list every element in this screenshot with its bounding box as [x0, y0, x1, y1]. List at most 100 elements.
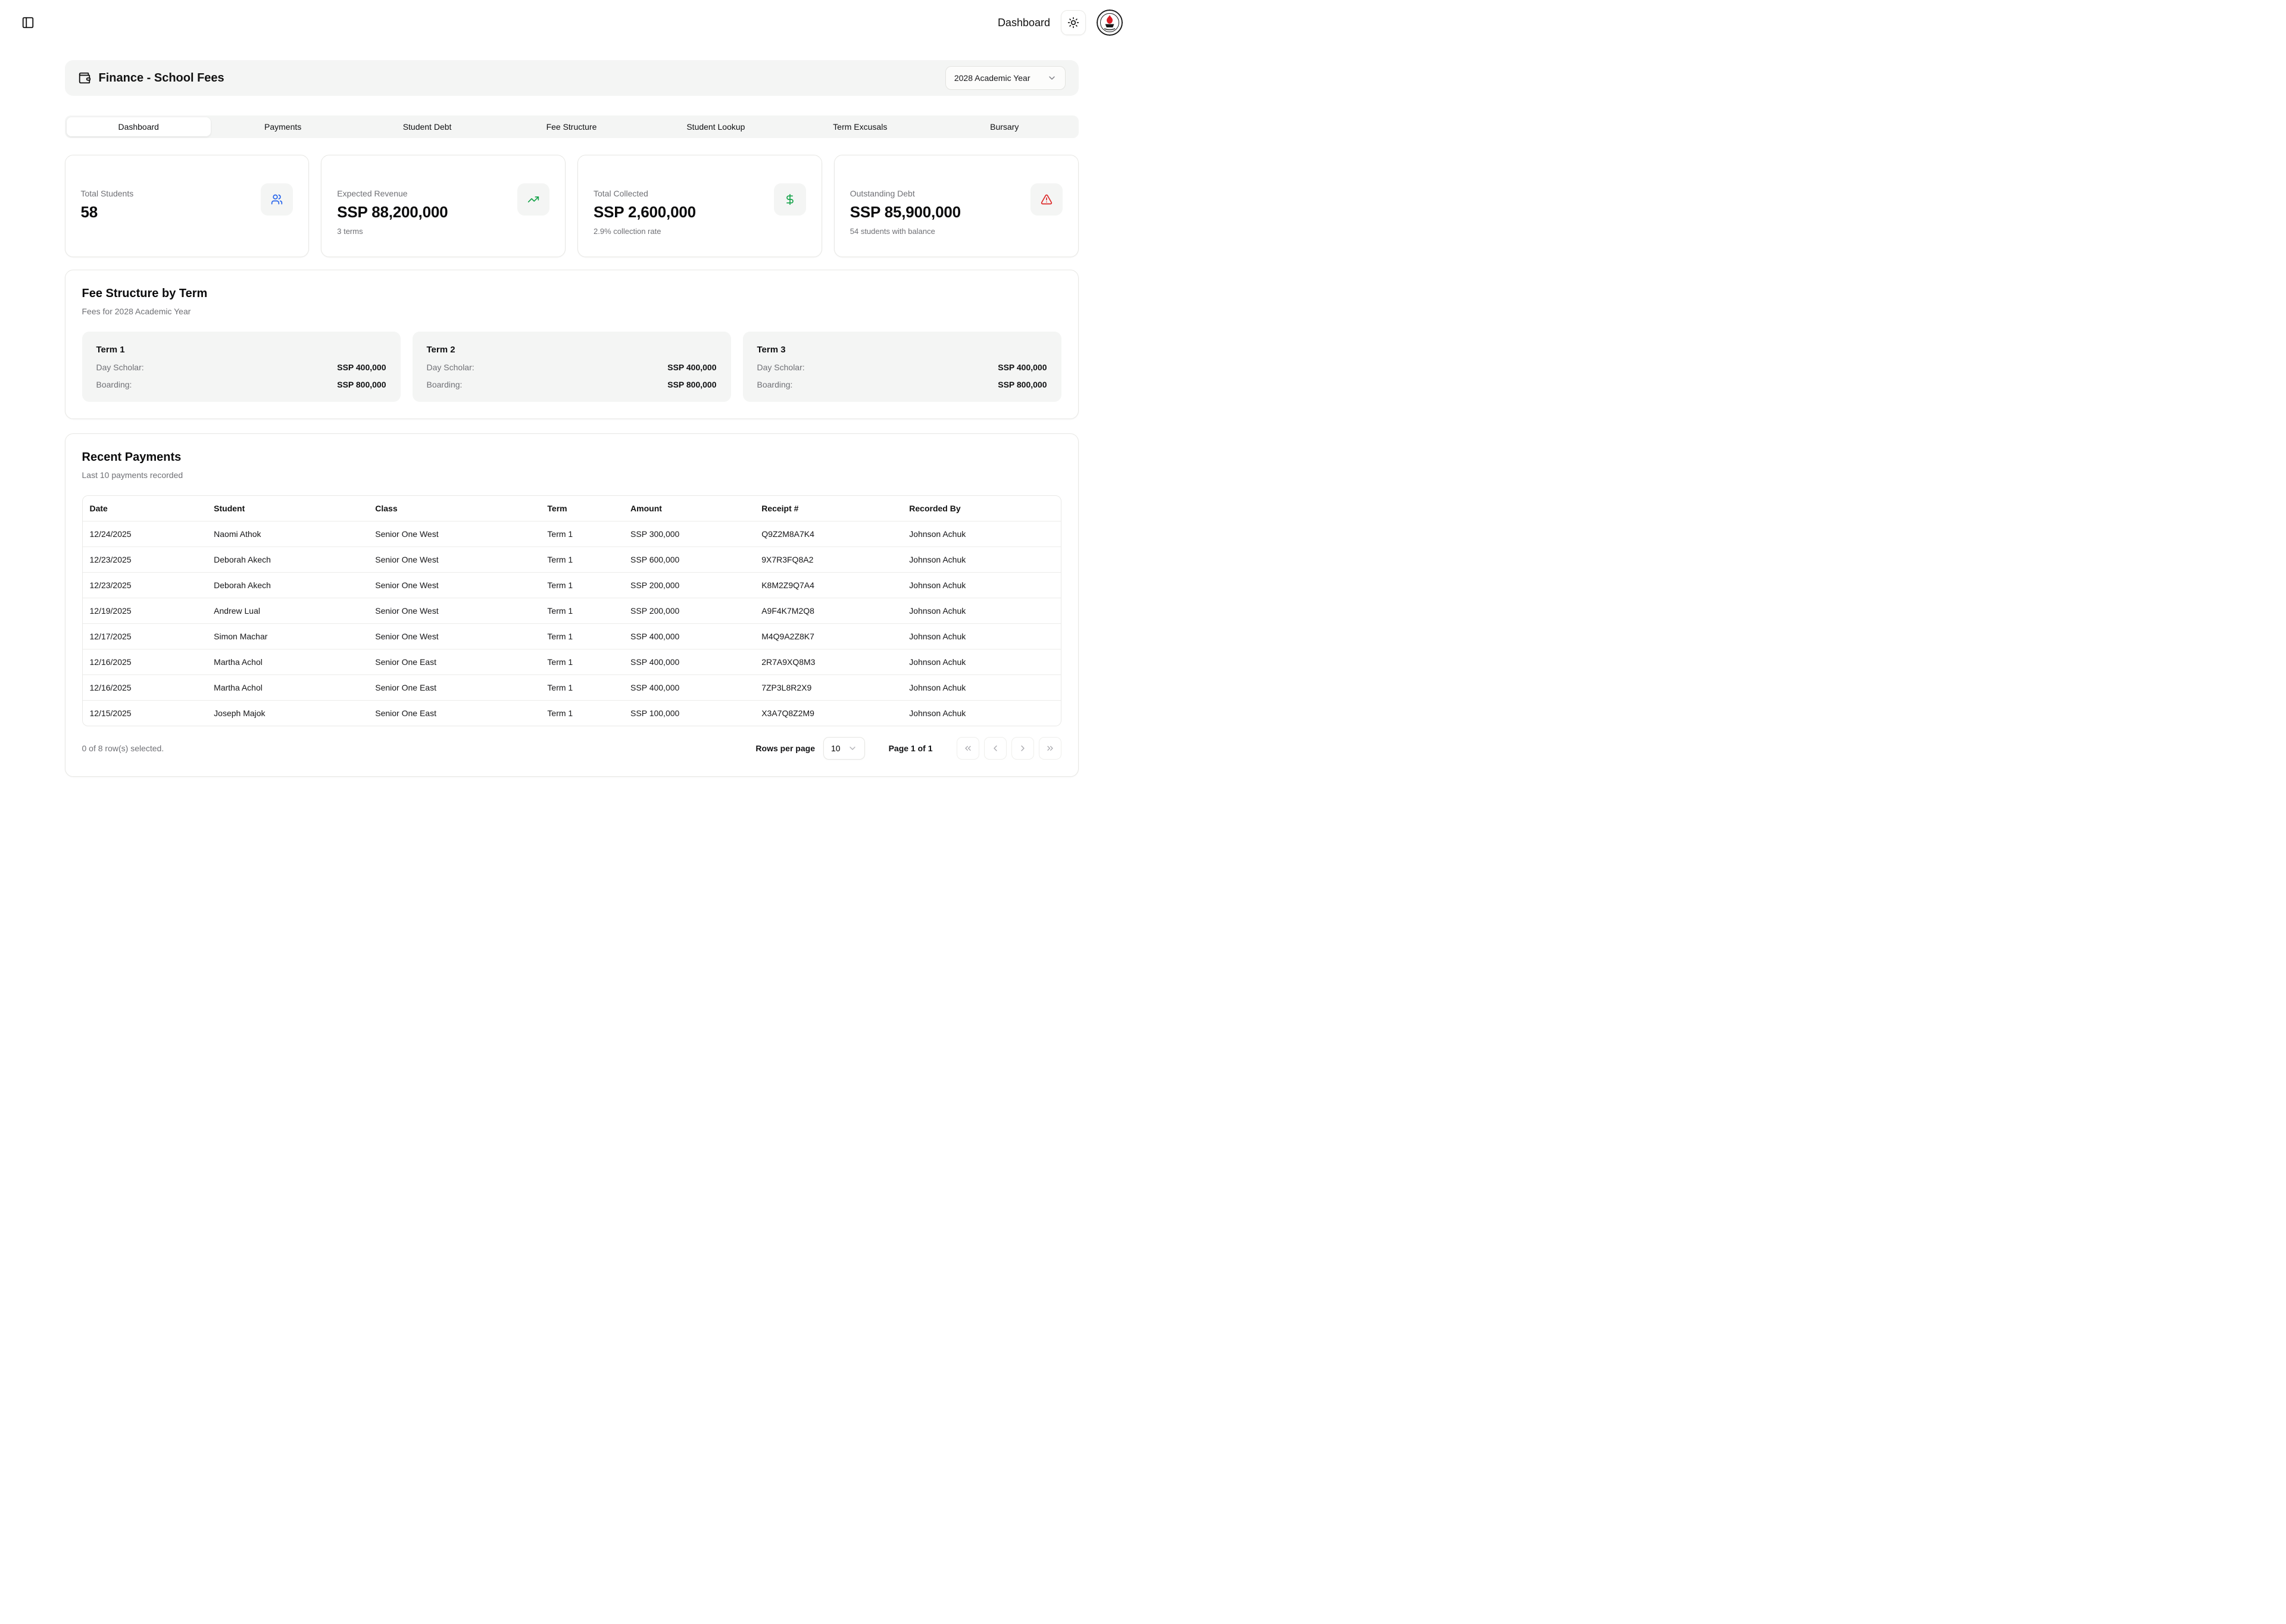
- cell-amount: SSP 400,000: [623, 649, 754, 674]
- sun-icon: [1067, 17, 1079, 29]
- stat-card-total-collected: Total Collected SSP 2,600,000 2.9% colle…: [577, 155, 822, 257]
- stat-label: Total Students: [81, 189, 134, 198]
- cell-recorded-by: Johnson Achuk: [902, 700, 1060, 726]
- cell-class: Senior One West: [368, 572, 540, 598]
- table-row[interactable]: 12/17/2025 Simon Machar Senior One West …: [83, 623, 1061, 649]
- cell-receipt: A9F4K7M2Q8: [754, 598, 902, 623]
- cell-receipt: 9X7R3FQ8A2: [754, 546, 902, 572]
- trending-up-icon: [517, 183, 549, 216]
- column-header: Student: [207, 496, 368, 521]
- table-row[interactable]: 12/23/2025 Deborah Akech Senior One West…: [83, 546, 1061, 572]
- cell-class: Senior One West: [368, 546, 540, 572]
- sidebar-toggle-button[interactable]: [18, 13, 38, 33]
- cell-student: Deborah Akech: [207, 572, 368, 598]
- stat-card-outstanding-debt: Outstanding Debt SSP 85,900,000 54 stude…: [834, 155, 1079, 257]
- stat-text: Total Students 58: [81, 189, 134, 257]
- cell-amount: SSP 400,000: [623, 623, 754, 649]
- table-row[interactable]: 12/16/2025 Martha Achol Senior One East …: [83, 649, 1061, 674]
- stat-card-total-students: Total Students 58: [65, 155, 310, 257]
- school-logo-avatar[interactable]: [1097, 10, 1123, 36]
- cell-recorded-by: Johnson Achuk: [902, 546, 1060, 572]
- tab-bursary[interactable]: Bursary: [932, 117, 1076, 136]
- topbar-right: Dashboard: [998, 10, 1123, 36]
- cell-student: Simon Machar: [207, 623, 368, 649]
- cell-date: 12/15/2025: [83, 700, 207, 726]
- cell-term: Term 1: [540, 546, 623, 572]
- module-tabs: Dashboard Payments Student Debt Fee Stru…: [65, 115, 1079, 138]
- table-row[interactable]: 12/15/2025 Joseph Majok Senior One East …: [83, 700, 1061, 726]
- tab-payments[interactable]: Payments: [211, 117, 355, 136]
- recent-payments-title: Recent Payments: [82, 451, 1061, 464]
- stat-label: Outstanding Debt: [850, 189, 961, 198]
- cell-amount: SSP 100,000: [623, 700, 754, 726]
- tab-term-excusals[interactable]: Term Excusals: [788, 117, 932, 136]
- cell-recorded-by: Johnson Achuk: [902, 598, 1060, 623]
- cell-recorded-by: Johnson Achuk: [902, 623, 1060, 649]
- payments-table: Date Student Class Term Amount Receipt #: [82, 495, 1061, 726]
- stat-sub: 54 students with balance: [850, 227, 961, 236]
- table-header-row: Date Student Class Term Amount Receipt #: [83, 496, 1061, 521]
- Term 2: Term 2 Day Scholar: SSP 400,000 Boarding…: [413, 332, 731, 402]
- cell-date: 12/24/2025: [83, 521, 207, 546]
- stat-value: SSP 88,200,000: [337, 203, 448, 221]
- rows-per-page-label: Rows per page: [755, 744, 815, 753]
- cell-student: Naomi Athok: [207, 521, 368, 546]
- cell-class: Senior One East: [368, 674, 540, 700]
- chevron-down-icon: [848, 744, 857, 753]
- cell-class: Senior One East: [368, 700, 540, 726]
- theme-toggle-button[interactable]: [1061, 10, 1086, 35]
- stat-value: 58: [81, 203, 134, 221]
- tab-dashboard[interactable]: Dashboard: [67, 117, 211, 136]
- previous-page-button[interactable]: [984, 737, 1007, 760]
- page-title: Dashboard: [998, 17, 1050, 29]
- cell-term: Term 1: [540, 572, 623, 598]
- module-header-left: Finance - School Fees: [78, 71, 224, 85]
- cell-term: Term 1: [540, 598, 623, 623]
- chevron-down-icon: [1047, 73, 1057, 83]
- tab-student-lookup[interactable]: Student Lookup: [644, 117, 788, 136]
- cell-term: Term 1: [540, 700, 623, 726]
- rows-per-page-value: 10: [831, 744, 841, 753]
- recent-payments-section: Recent Payments Last 10 payments recorde…: [65, 433, 1079, 777]
- cell-date: 12/23/2025: [83, 572, 207, 598]
- cell-receipt: 2R7A9XQ8M3: [754, 649, 902, 674]
- page-info: Page 1 of 1: [889, 744, 933, 753]
- term-cards-row: Term 1 Day Scholar: SSP 400,000 Boarding…: [82, 332, 1061, 402]
- fee-structure-title: Fee Structure by Term: [82, 287, 1061, 301]
- academic-year-select[interactable]: 2028 Academic Year: [945, 66, 1066, 90]
- cell-amount: SSP 400,000: [623, 674, 754, 700]
- last-page-button[interactable]: [1039, 737, 1061, 760]
- stat-text: Outstanding Debt SSP 85,900,000 54 stude…: [850, 189, 961, 257]
- stat-text: Total Collected SSP 2,600,000 2.9% colle…: [594, 189, 696, 257]
- cell-date: 12/17/2025: [83, 623, 207, 649]
- rows-per-page-select[interactable]: 10: [823, 737, 865, 760]
- cell-receipt: M4Q9A2Z8K7: [754, 623, 902, 649]
- column-header: Term: [540, 496, 623, 521]
- column-header: Recorded By: [902, 496, 1060, 521]
- cell-student: Joseph Majok: [207, 700, 368, 726]
- tab-fee-structure[interactable]: Fee Structure: [499, 117, 644, 136]
- selection-status: 0 of 8 row(s) selected.: [82, 744, 164, 753]
- table-row[interactable]: 12/24/2025 Naomi Athok Senior One West T…: [83, 521, 1061, 546]
- triangle-alert-icon: [1030, 183, 1063, 216]
- stat-text: Expected Revenue SSP 88,200,000 3 terms: [337, 189, 448, 257]
- cell-term: Term 1: [540, 521, 623, 546]
- cell-receipt: Q9Z2M8A7K4: [754, 521, 902, 546]
- first-page-button[interactable]: [957, 737, 979, 760]
- table-row[interactable]: 12/16/2025 Martha Achol Senior One East …: [83, 674, 1061, 700]
- cell-recorded-by: Johnson Achuk: [902, 649, 1060, 674]
- stat-value: SSP 2,600,000: [594, 203, 696, 221]
- next-page-button[interactable]: [1011, 737, 1034, 760]
- rows-per-page: Rows per page 10: [755, 737, 864, 760]
- column-header: Receipt #: [754, 496, 902, 521]
- tab-student-debt[interactable]: Student Debt: [355, 117, 499, 136]
- cell-receipt: 7ZP3L8R2X9: [754, 674, 902, 700]
- cell-date: 12/16/2025: [83, 649, 207, 674]
- cell-date: 12/19/2025: [83, 598, 207, 623]
- boarding-row: Boarding: SSP 800,000: [96, 380, 386, 389]
- users-icon: [261, 183, 293, 216]
- topbar: Dashboard: [0, 0, 1143, 45]
- table-row[interactable]: 12/23/2025 Deborah Akech Senior One West…: [83, 572, 1061, 598]
- fee-structure-subtitle: Fees for 2028 Academic Year: [82, 307, 1061, 316]
- table-row[interactable]: 12/19/2025 Andrew Lual Senior One West T…: [83, 598, 1061, 623]
